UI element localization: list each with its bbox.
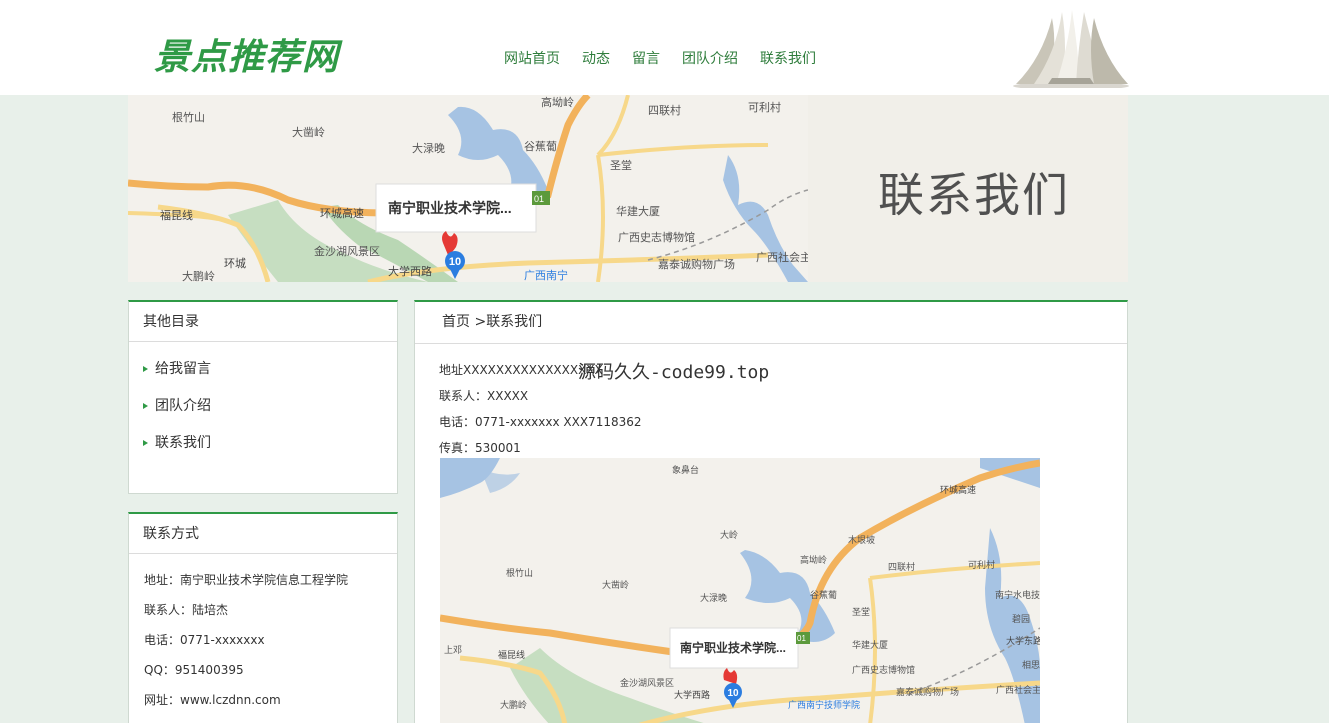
- sidebar-catalog-list: 给我留言 团队介绍 联系我们: [129, 342, 397, 485]
- contact-phone: 电话：0771-xxxxxxx: [144, 633, 265, 647]
- svg-text:嘉泰诚购物广场: 嘉泰诚购物广场: [896, 686, 959, 697]
- svg-text:广西史志博物馆: 广西史志博物馆: [852, 664, 915, 675]
- svg-text:谷蕉葡: 谷蕉葡: [524, 140, 557, 153]
- svg-text:环城高速: 环城高速: [940, 484, 976, 495]
- svg-text:广西南宁技师学院: 广西南宁技师学院: [788, 699, 860, 710]
- svg-text:01: 01: [534, 194, 544, 204]
- svg-text:高坳岭: 高坳岭: [541, 95, 574, 109]
- svg-text:大渌晚: 大渌晚: [700, 592, 727, 603]
- svg-text:碧园: 碧园: [1012, 613, 1030, 624]
- svg-text:环城: 环城: [224, 257, 246, 270]
- svg-text:大学西路: 大学西路: [388, 264, 432, 278]
- info-phone: 电话：0771-xxxxxxx XXX7118362: [439, 415, 642, 429]
- nav-home[interactable]: 网站首页: [504, 48, 560, 68]
- svg-text:福昆线: 福昆线: [160, 208, 193, 222]
- nav-team[interactable]: 团队介绍: [682, 48, 738, 68]
- svg-text:圣堂: 圣堂: [610, 159, 632, 172]
- svg-text:广西社会主义学院: 广西社会主义学院: [756, 250, 808, 264]
- svg-text:金沙湖风景区: 金沙湖风景区: [620, 677, 674, 688]
- svg-text:华建大厦: 华建大厦: [616, 204, 660, 218]
- banner-title: 联系我们: [878, 168, 1070, 222]
- sidebar-catalog-title: 其他目录: [129, 302, 397, 342]
- svg-text:金沙湖风景区: 金沙湖风景区: [314, 244, 380, 258]
- svg-text:广西南宁: 广西南宁: [524, 268, 568, 282]
- svg-text:象鼻台: 象鼻台: [672, 464, 699, 475]
- landmark-building-icon: [1013, 10, 1129, 88]
- svg-text:可利村: 可利村: [748, 100, 781, 114]
- svg-text:大鹏岭: 大鹏岭: [182, 269, 215, 282]
- main-content-panel: 首页 >联系我们 地址XXXXXXXXXXXXXXXXX 联系人：XXXXX 电…: [414, 300, 1128, 723]
- breadcrumb: 首页 >联系我们: [415, 302, 1127, 344]
- contact-qq: QQ：951400395: [144, 663, 244, 677]
- svg-text:大凿岭: 大凿岭: [602, 579, 629, 590]
- banner-map-marker-label: 南宁职业技术学院...: [388, 200, 512, 216]
- svg-text:环城高速: 环城高速: [320, 206, 364, 220]
- svg-text:根竹山: 根竹山: [172, 110, 205, 124]
- svg-text:大学东路: 大学东路: [1006, 635, 1040, 646]
- bullet-triangle-icon: [143, 366, 148, 372]
- sidebar-item-contact[interactable]: 联系我们: [143, 432, 383, 469]
- svg-text:相思: 相思: [1022, 659, 1040, 670]
- site-header: 景点推荐网 网站首页 动态 留言 团队介绍 联系我们: [0, 0, 1329, 95]
- svg-text:上邓: 上邓: [444, 645, 462, 655]
- contact-website[interactable]: 网址：www.lczdnn.com: [144, 690, 382, 720]
- svg-text:四联村: 四联村: [648, 103, 681, 117]
- breadcrumb-home[interactable]: 首页: [442, 314, 470, 330]
- watermark-text: 源码久久-code99.top: [578, 362, 770, 383]
- info-person: 联系人：XXXXX: [439, 389, 529, 403]
- svg-text:圣堂: 圣堂: [852, 606, 870, 617]
- banner-map[interactable]: 南宁职业技术学院... 10 根竹山 大凿岭 高坳岭 四联村 可利村 大渌晚 谷…: [128, 95, 808, 282]
- svg-text:木垠坡: 木垠坡: [848, 534, 875, 545]
- sidebar-item-message[interactable]: 给我留言: [143, 358, 383, 395]
- svg-text:华建大厦: 华建大厦: [852, 639, 888, 650]
- svg-text:谷蕉葡: 谷蕉葡: [810, 589, 837, 600]
- svg-text:可利村: 可利村: [968, 559, 995, 570]
- breadcrumb-current: 联系我们: [486, 314, 543, 330]
- location-map[interactable]: 南宁职业技术学院... 10 象鼻台 环城高速 大岭 高坳岭 木垠坡 四联村 可…: [440, 458, 1040, 723]
- nav-news[interactable]: 动态: [582, 48, 610, 68]
- svg-text:大岭: 大岭: [720, 529, 738, 540]
- sidebar-contact-panel: 联系方式 地址：南宁职业技术学院信息工程学院 联系人：陆培杰 电话：0771-x…: [128, 512, 398, 723]
- svg-text:01: 01: [797, 634, 806, 643]
- bullet-triangle-icon: [143, 440, 148, 446]
- svg-text:高坳岭: 高坳岭: [800, 554, 827, 565]
- sidebar-item-team[interactable]: 团队介绍: [143, 395, 383, 432]
- sidebar-catalog-panel: 其他目录 给我留言 团队介绍 联系我们: [128, 300, 398, 494]
- svg-text:嘉泰诚购物广场: 嘉泰诚购物广场: [658, 257, 735, 271]
- svg-text:大凿岭: 大凿岭: [292, 125, 325, 139]
- bullet-triangle-icon: [143, 403, 148, 409]
- contact-person: 联系人：陆培杰: [144, 603, 229, 617]
- info-fax: 传真：530001: [439, 441, 521, 455]
- svg-text:福昆线: 福昆线: [498, 649, 525, 660]
- nav-contact[interactable]: 联系我们: [760, 48, 816, 68]
- breadcrumb-separator: >: [470, 314, 487, 330]
- svg-text:大鹏岭: 大鹏岭: [500, 699, 527, 710]
- nav-message[interactable]: 留言: [632, 48, 660, 68]
- svg-text:大渌晚: 大渌晚: [412, 141, 445, 155]
- svg-text:10: 10: [449, 256, 461, 268]
- svg-text:四联村: 四联村: [888, 561, 915, 572]
- sidebar-contact-title: 联系方式: [129, 514, 397, 554]
- svg-text:广西社会主义学院: 广西社会主义学院: [996, 684, 1040, 695]
- main-nav: 网站首页 动态 留言 团队介绍 联系我们: [504, 48, 816, 68]
- svg-text:10: 10: [727, 688, 739, 699]
- svg-text:根竹山: 根竹山: [506, 567, 533, 578]
- contact-address: 地址：南宁职业技术学院信息工程学院: [144, 573, 349, 587]
- page-banner: 南宁职业技术学院... 10 根竹山 大凿岭 高坳岭 四联村 可利村 大渌晚 谷…: [128, 95, 1128, 282]
- svg-text:广西史志博物馆: 广西史志博物馆: [618, 230, 695, 244]
- svg-text:大学西路: 大学西路: [674, 689, 710, 700]
- svg-text:南宁水电技工学校: 南宁水电技工学校: [995, 589, 1040, 600]
- map-marker-label: 南宁职业技术学院...: [680, 640, 786, 655]
- contact-list: 地址：南宁职业技术学院信息工程学院 联系人：陆培杰 电话：0771-xxxxxx…: [129, 554, 397, 723]
- site-logo[interactable]: 景点推荐网: [154, 28, 339, 80]
